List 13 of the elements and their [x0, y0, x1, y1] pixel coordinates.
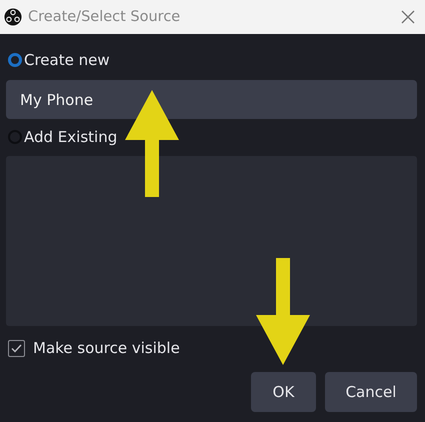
ok-button[interactable]: OK [251, 372, 316, 412]
name-field[interactable]: My Phone [6, 80, 417, 119]
checkmark-icon [11, 344, 22, 352]
cancel-button[interactable]: Cancel [325, 372, 417, 412]
source-list[interactable] [6, 156, 417, 326]
radio-label[interactable]: Add Existing [24, 128, 118, 146]
checkbox[interactable] [8, 340, 25, 356]
window-title: Create/Select Source [28, 9, 182, 25]
close-icon[interactable] [401, 10, 415, 24]
radio-button[interactable] [8, 53, 22, 67]
radio-label[interactable]: Create new [24, 51, 110, 69]
checkbox-label[interactable]: Make source visible [33, 339, 180, 357]
app-logo-icon [4, 8, 22, 26]
